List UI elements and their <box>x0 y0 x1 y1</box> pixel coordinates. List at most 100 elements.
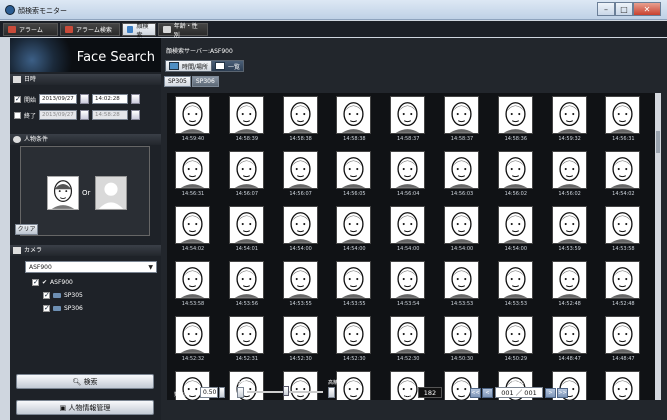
prev-page-button[interactable]: < <box>482 388 493 398</box>
thumbnail-timestamp: 14:52:32 <box>181 356 205 362</box>
tab-face-search[interactable]: 顔検索 <box>122 23 156 39</box>
result-thumbnail[interactable]: 14:52:31 <box>221 313 273 372</box>
minimize-button[interactable]: – <box>597 2 615 16</box>
tree-item-sp305[interactable]: SP305 <box>43 291 83 299</box>
thumbnail-timestamp: 14:58:37 <box>396 136 420 142</box>
result-thumbnail[interactable]: 14:56:03 <box>436 148 488 207</box>
result-thumbnail[interactable] <box>221 368 273 400</box>
start-checkbox[interactable] <box>14 95 21 103</box>
result-thumbnail[interactable]: 14:56:02 <box>490 148 542 207</box>
end-calendar-button[interactable] <box>80 110 90 120</box>
result-thumbnail[interactable]: 14:56:04 <box>382 148 434 207</box>
result-thumbnail[interactable]: 14:50:30 <box>436 313 488 372</box>
similarity-input[interactable]: 0.50 <box>200 387 218 398</box>
thumbnail-timestamp: 14:53:53 <box>450 301 474 307</box>
person-condition-box: Or <box>20 146 150 236</box>
result-thumbnail[interactable]: 14:54:00 <box>275 203 327 262</box>
start-date-field[interactable]: 2013/09/27 <box>39 94 78 104</box>
end-checkbox[interactable] <box>14 111 21 119</box>
last-page-button[interactable]: >> <box>557 388 568 398</box>
result-thumbnail[interactable]: 14:53:53 <box>436 258 488 317</box>
result-thumbnail[interactable]: 14:56:05 <box>328 148 380 207</box>
tab-sp306[interactable]: SP306 <box>191 76 219 87</box>
asf900-checkbox[interactable] <box>32 278 39 286</box>
result-thumbnail[interactable]: 14:53:53 <box>490 258 542 317</box>
tree-item-asf900[interactable]: ✔ASF900 <box>32 278 73 286</box>
next-page-button[interactable]: > <box>545 388 556 398</box>
result-thumbnail[interactable]: 14:58:37 <box>436 93 488 152</box>
result-thumbnail[interactable]: 14:52:30 <box>328 313 380 372</box>
result-thumbnail[interactable]: 14:54:00 <box>436 203 488 262</box>
tree-item-sp306[interactable]: SP306 <box>43 304 83 312</box>
result-thumbnail[interactable]: 14:53:56 <box>221 258 273 317</box>
face-icon <box>390 151 426 189</box>
result-thumbnail[interactable]: 14:54:00 <box>490 203 542 262</box>
slider-left-button[interactable] <box>237 387 244 398</box>
first-page-button[interactable]: << <box>470 388 481 398</box>
tab-sp305[interactable]: SP305 <box>164 76 191 87</box>
result-thumbnail[interactable] <box>597 368 649 400</box>
camera-select[interactable]: ASF900 ▼ <box>25 261 157 273</box>
scrollbar-thumb[interactable] <box>656 131 660 153</box>
result-thumbnail[interactable]: 14:59:32 <box>544 93 596 152</box>
person-management-button[interactable]: ▣ 人物情報管理 <box>16 400 154 415</box>
tab-time-location[interactable]: 時間/場所 <box>165 60 213 72</box>
result-thumbnail[interactable]: 14:56:07 <box>275 148 327 207</box>
result-thumbnail[interactable]: 14:56:31 <box>167 148 219 207</box>
result-thumbnail[interactable]: 14:58:37 <box>382 93 434 152</box>
result-thumbnail[interactable]: 14:52:48 <box>544 258 596 317</box>
result-thumbnail[interactable]: 14:53:59 <box>544 203 596 262</box>
query-face-thumbnail[interactable] <box>47 176 79 210</box>
result-thumbnail[interactable]: 14:58:38 <box>275 93 327 152</box>
result-thumbnail[interactable]: 14:56:31 <box>597 93 649 152</box>
result-thumbnail[interactable]: 14:48:47 <box>597 313 649 372</box>
end-time-spinner[interactable] <box>131 110 141 120</box>
query-person-placeholder[interactable] <box>95 176 127 210</box>
result-thumbnail[interactable]: 14:56:02 <box>544 148 596 207</box>
result-thumbnail[interactable]: 14:53:58 <box>167 258 219 317</box>
result-thumbnail[interactable]: 14:53:55 <box>328 258 380 317</box>
result-thumbnail[interactable]: 14:48:47 <box>544 313 596 372</box>
thumbnail-timestamp: 14:56:03 <box>450 191 474 197</box>
tab-list[interactable]: 一覧 <box>211 60 245 72</box>
result-thumbnail[interactable]: 14:53:58 <box>597 203 649 262</box>
result-thumbnail[interactable]: 14:52:30 <box>275 313 327 372</box>
result-thumbnail[interactable]: 14:58:38 <box>328 93 380 152</box>
end-time-field[interactable]: 14:58:28 <box>92 110 129 120</box>
result-thumbnail[interactable]: 14:58:36 <box>490 93 542 152</box>
result-thumbnail[interactable]: 14:56:07 <box>221 148 273 207</box>
result-thumbnail[interactable]: 14:52:30 <box>382 313 434 372</box>
maximize-button[interactable]: □ <box>615 2 633 16</box>
vertical-scrollbar[interactable] <box>655 93 661 400</box>
start-time-field[interactable]: 14:02:28 <box>92 94 129 104</box>
start-time-spinner[interactable] <box>131 94 141 104</box>
similarity-spinner[interactable] <box>219 387 225 398</box>
result-thumbnail[interactable]: 14:59:40 <box>167 93 219 152</box>
end-date-field[interactable]: 2013/09/27 <box>39 110 78 120</box>
result-thumbnail[interactable]: 14:50:29 <box>490 313 542 372</box>
result-thumbnail[interactable]: 14:58:39 <box>221 93 273 152</box>
search-button[interactable]: 🔍︎ 検索 <box>16 374 154 389</box>
tab-alarm-search[interactable]: アラーム検索 <box>60 23 120 36</box>
start-calendar-button[interactable] <box>80 94 90 104</box>
tab-age-gender[interactable]: 年齢・性別 <box>158 23 208 39</box>
count-label: 件数 <box>402 392 413 398</box>
result-thumbnail[interactable]: 14:52:32 <box>167 313 219 372</box>
clear-button[interactable]: クリア <box>15 224 38 235</box>
tab-alarm[interactable]: アラーム <box>3 23 58 36</box>
result-thumbnail[interactable]: 14:54:00 <box>328 203 380 262</box>
close-button[interactable]: ✕ <box>633 2 661 16</box>
slider-knob[interactable] <box>283 386 289 396</box>
result-thumbnail[interactable]: 14:52:48 <box>597 258 649 317</box>
result-thumbnail[interactable]: 14:53:55 <box>275 258 327 317</box>
result-thumbnail[interactable]: 14:54:02 <box>597 148 649 207</box>
result-thumbnail[interactable]: 14:54:00 <box>382 203 434 262</box>
result-thumbnail[interactable]: 14:53:54 <box>382 258 434 317</box>
result-thumbnail[interactable]: 14:54:02 <box>167 203 219 262</box>
sp306-checkbox[interactable] <box>43 304 50 312</box>
slider-right-button[interactable] <box>328 387 335 398</box>
thumbnail-timestamp: 14:59:32 <box>558 136 581 142</box>
thumbnail-timestamp: 14:53:55 <box>289 301 312 307</box>
result-thumbnail[interactable]: 14:54:01 <box>221 203 273 262</box>
sp305-checkbox[interactable] <box>43 291 50 299</box>
